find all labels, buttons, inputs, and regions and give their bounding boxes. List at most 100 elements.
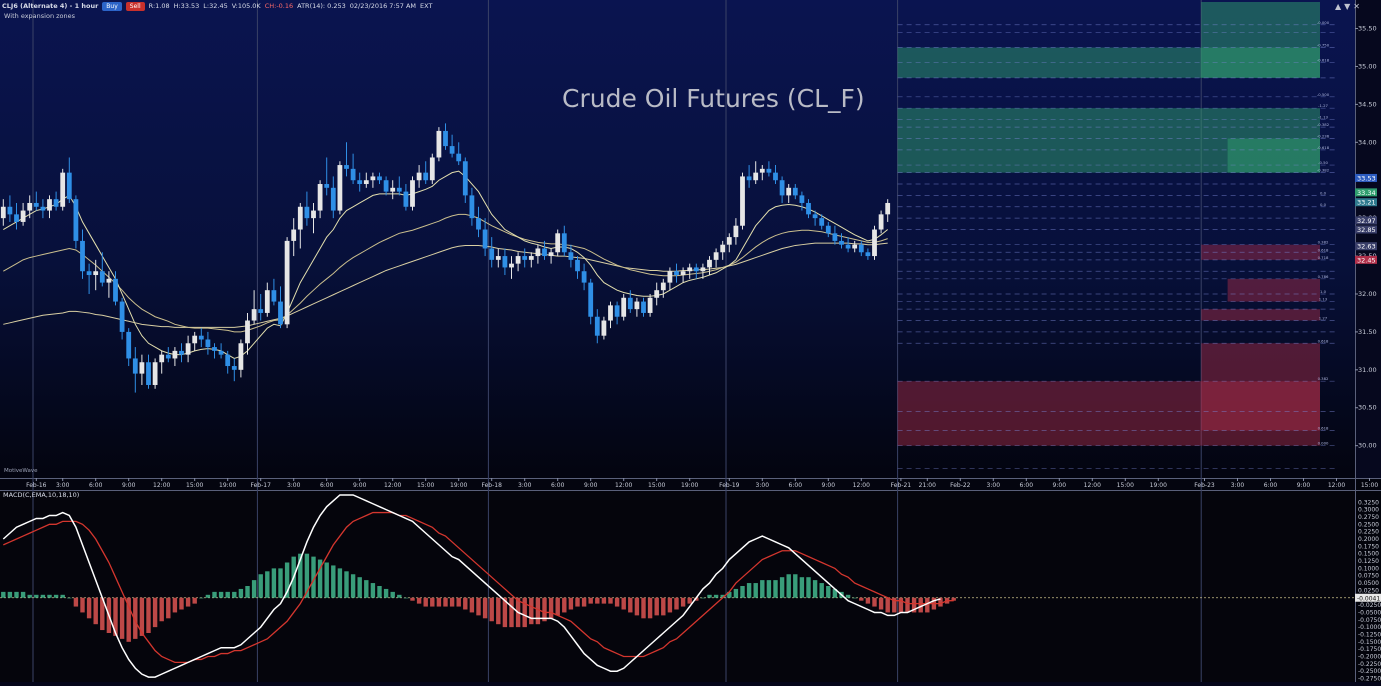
chart-title: Crude Oil Futures (CL_F) bbox=[562, 84, 865, 113]
x-tick-label: Feb-18 bbox=[481, 482, 502, 489]
candle-body bbox=[297, 206, 303, 230]
macd-study-label[interactable]: MACD(C,EMA,10,18,10) bbox=[3, 491, 79, 499]
candle-body bbox=[839, 240, 844, 245]
x-tick-label: 6:00 bbox=[1264, 482, 1278, 489]
macd-histogram-bar bbox=[779, 577, 785, 598]
price-label: 32.97 bbox=[1355, 216, 1377, 225]
macd-y-tick-label: 0.2500 bbox=[1358, 521, 1379, 528]
candle-body bbox=[469, 195, 475, 219]
y-tick-label: 30.50 bbox=[1358, 404, 1377, 412]
price-label: 32.45 bbox=[1355, 255, 1377, 264]
candle-body bbox=[324, 184, 330, 188]
x-tick-label: 15:00 bbox=[648, 482, 665, 489]
candle-body bbox=[509, 263, 514, 268]
zone-level-label: 0.382 bbox=[1318, 376, 1329, 381]
candle-body bbox=[264, 290, 270, 313]
zone-level-label: -0.382 bbox=[1317, 122, 1330, 127]
price-label-text: 32.45 bbox=[1357, 256, 1376, 264]
macd-histogram-bar bbox=[581, 597, 587, 607]
candle-body bbox=[126, 331, 132, 359]
candle-body bbox=[759, 168, 765, 173]
candle-body bbox=[773, 172, 778, 181]
macd-y-tick-label: 0.1000 bbox=[1358, 565, 1379, 572]
candle-body bbox=[707, 259, 712, 268]
candle bbox=[429, 153, 435, 185]
macd-y-tick-label: 0.0750 bbox=[1358, 573, 1379, 580]
macd-y-tick-label: -0.0500 bbox=[1358, 609, 1381, 616]
macd-y-tick-label: 0.0500 bbox=[1358, 580, 1379, 587]
sell-button[interactable]: Sell bbox=[125, 1, 145, 11]
candle-body bbox=[251, 309, 257, 321]
candle-body bbox=[878, 214, 884, 230]
macd-histogram-bar bbox=[238, 588, 244, 598]
x-tick-label: 9:00 bbox=[584, 482, 598, 489]
macd-histogram-bar bbox=[258, 574, 263, 598]
candle-body bbox=[548, 252, 554, 257]
candle-body bbox=[357, 180, 363, 185]
candle-body bbox=[674, 271, 679, 276]
macd-y-tick-label: -0.1250 bbox=[1358, 631, 1381, 638]
candle-body bbox=[515, 256, 521, 264]
candle-body bbox=[852, 244, 858, 249]
zone-level-label: -0.000 bbox=[1317, 20, 1330, 25]
study-subtitle: With expansion zones bbox=[4, 12, 76, 20]
candle-body bbox=[667, 271, 673, 283]
buy-button[interactable]: Buy bbox=[102, 1, 122, 11]
macd-y-tick-label: 0.2000 bbox=[1358, 536, 1379, 543]
candle-body bbox=[726, 237, 732, 245]
candle-body bbox=[40, 206, 46, 211]
macd-histogram-bar bbox=[601, 597, 607, 604]
candle-body bbox=[212, 347, 217, 351]
candle-body bbox=[119, 301, 125, 332]
candle-body bbox=[594, 316, 600, 336]
x-tick-label: 6:00 bbox=[551, 482, 565, 489]
candle-body bbox=[317, 184, 323, 211]
macd-histogram-bar bbox=[812, 580, 818, 598]
x-tick-label: 3:00 bbox=[756, 482, 770, 489]
macd-y-tick-label: -0.1750 bbox=[1358, 646, 1381, 653]
range-value: R:1.08 bbox=[148, 2, 170, 10]
price-label: 33.53 bbox=[1355, 173, 1377, 182]
candle-body bbox=[832, 233, 838, 241]
price-label-text: 32.97 bbox=[1357, 217, 1376, 225]
candle-body bbox=[20, 210, 26, 222]
macd-histogram-bar bbox=[621, 597, 626, 610]
macd-histogram-bar bbox=[80, 597, 85, 613]
macd-histogram-bar bbox=[746, 583, 752, 598]
candle-body bbox=[410, 180, 415, 207]
candle-body bbox=[561, 233, 567, 253]
symbol-label[interactable]: CLJ6 (Alternate 4) - 1 hour bbox=[0, 2, 98, 10]
macd-histogram-bar bbox=[740, 586, 745, 598]
x-tick-label: 3:00 bbox=[1231, 482, 1245, 489]
macd-histogram-bar bbox=[845, 594, 851, 598]
x-tick-label: Feb-16 bbox=[26, 482, 47, 489]
x-tick-label: 6:00 bbox=[1020, 482, 1034, 489]
y-tick-label: 35.00 bbox=[1358, 62, 1377, 70]
candle-body bbox=[746, 176, 752, 181]
macd-histogram-bar bbox=[199, 597, 204, 599]
zone-level-label: 0.382 bbox=[1318, 240, 1329, 245]
macd-histogram-bar bbox=[687, 597, 692, 604]
macd-histogram-bar bbox=[548, 597, 554, 619]
macd-histogram-bar bbox=[212, 591, 217, 598]
macd-histogram-bar bbox=[885, 597, 890, 613]
price-label-text: 33.34 bbox=[1357, 189, 1376, 197]
panel-control-icons[interactable]: ▲▼✕ bbox=[1335, 2, 1363, 11]
candle-body bbox=[872, 229, 877, 257]
macd-histogram-bar bbox=[522, 597, 527, 628]
candle bbox=[284, 237, 290, 329]
macd-histogram-bar bbox=[806, 577, 811, 598]
macd-histogram-bar bbox=[819, 583, 824, 598]
candle-body bbox=[482, 229, 488, 249]
macd-current-value: -0.0041 bbox=[1355, 593, 1381, 602]
macd-histogram-bar bbox=[614, 597, 620, 607]
x-tick-label: 9:00 bbox=[1297, 482, 1311, 489]
y-tick-label: 34.00 bbox=[1358, 138, 1377, 146]
candle bbox=[621, 293, 627, 321]
chart-app: -0.000 -0.750 -0.618 -0.500 -1.27 -1.13 -0.382… bbox=[0, 0, 1381, 683]
macd-y-tick-label: -0.2500 bbox=[1358, 668, 1381, 675]
macd-histogram-bar bbox=[773, 580, 778, 598]
zone-level-label: 1.27 bbox=[1319, 316, 1328, 321]
macd-histogram-bar bbox=[1, 591, 6, 598]
candle-body bbox=[614, 305, 620, 317]
